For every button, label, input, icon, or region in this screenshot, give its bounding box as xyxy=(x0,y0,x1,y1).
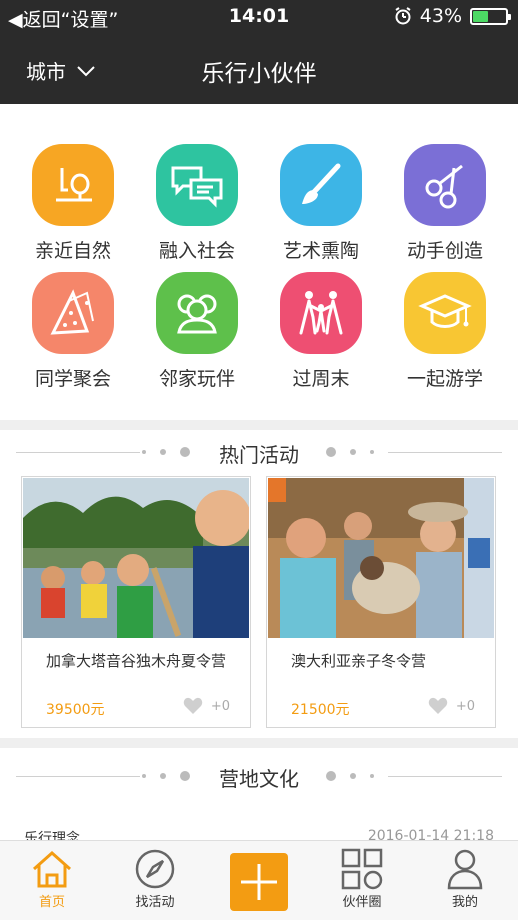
activity-photo-canoe-camp xyxy=(23,478,249,638)
section-header: 营地文化 xyxy=(0,754,518,798)
friends-icon xyxy=(156,272,238,354)
nature-icon xyxy=(32,144,114,226)
section-title: 营地文化 xyxy=(219,767,299,791)
activity-price: 39500元 xyxy=(46,702,105,718)
status-right: 43% xyxy=(394,5,511,27)
heart-icon xyxy=(183,697,203,714)
category-art[interactable]: 艺术熏陶 xyxy=(261,144,381,272)
activity-photo-australia-camp xyxy=(268,478,494,638)
hot-activities-section: 热门活动 加拿大塔音谷独木舟夏令营 39500元 +0 澳大利亚亲子冬令营 21… xyxy=(0,430,518,738)
category-weekend[interactable]: 过周末 xyxy=(261,272,381,400)
battery-percent: 43% xyxy=(419,5,462,27)
graduation-cap-icon xyxy=(404,272,486,354)
tab-find-activity[interactable]: 找活动 xyxy=(115,847,195,910)
tab-label: 首页 xyxy=(38,895,65,910)
paintbrush-icon xyxy=(280,144,362,226)
nav-bar: 城市 乐行小伙伴 xyxy=(0,34,518,104)
category-label: 一起游学 xyxy=(406,368,483,390)
grid-icon xyxy=(341,848,383,890)
like-control[interactable]: +0 xyxy=(428,697,475,715)
category-society[interactable]: 融入社会 xyxy=(137,144,257,272)
category-label: 过周末 xyxy=(292,368,350,390)
like-control[interactable]: +0 xyxy=(183,697,230,715)
scissors-icon xyxy=(404,144,486,226)
camp-culture-section: 营地文化 乐行理念 2016-01-14 21:18 xyxy=(0,748,518,848)
category-study-tour[interactable]: 一起游学 xyxy=(385,272,505,400)
category-neighbor[interactable]: 邻家玩伴 xyxy=(137,272,257,400)
divider xyxy=(388,452,502,453)
category-label: 动手创造 xyxy=(406,240,483,262)
category-label: 邻家玩伴 xyxy=(158,368,235,390)
section-title: 热门活动 xyxy=(219,443,299,467)
home-icon xyxy=(33,850,71,888)
activity-name: 加拿大塔音谷独木舟夏令营 xyxy=(46,652,227,670)
like-count: +0 xyxy=(455,698,475,714)
category-label: 同学聚会 xyxy=(34,368,111,390)
add-button[interactable] xyxy=(230,853,288,911)
alarm-icon xyxy=(395,7,411,25)
category-reunion[interactable]: 同学聚会 xyxy=(13,272,133,400)
category-nature[interactable]: 亲近自然 xyxy=(13,144,133,272)
like-count: +0 xyxy=(210,698,230,714)
top-bar: ◀返回“设置” 14:01 43% 城市 乐行小伙伴 xyxy=(0,0,518,104)
family-icon xyxy=(280,272,362,354)
category-label: 亲近自然 xyxy=(34,240,111,262)
tab-partner-circle[interactable]: 伙伴圈 xyxy=(322,847,402,910)
tab-bar: 首页 找活动 伙伴圈 我的 xyxy=(0,840,518,920)
section-header: 热门活动 xyxy=(0,430,518,474)
tab-label: 找活动 xyxy=(135,895,175,910)
battery-icon xyxy=(470,7,511,25)
compass-icon xyxy=(135,849,175,889)
page-title: 乐行小伙伴 xyxy=(201,61,317,87)
activity-price: 21500元 xyxy=(291,702,350,718)
person-icon xyxy=(447,849,483,890)
status-bar: ◀返回“设置” 14:01 43% xyxy=(0,0,518,34)
category-grid: 亲近自然 融入社会 艺术熏陶 动手创造 同学聚会 邻家玩伴 过周末 一起游学 xyxy=(0,104,518,420)
tab-label: 我的 xyxy=(451,895,478,910)
category-label: 融入社会 xyxy=(158,240,235,262)
heart-icon xyxy=(428,697,448,714)
party-hat-icon xyxy=(32,272,114,354)
chat-bubbles-icon xyxy=(156,144,238,226)
divider xyxy=(388,776,502,777)
tab-home[interactable]: 首页 xyxy=(12,847,92,910)
dots-decoration xyxy=(326,771,374,781)
tab-me[interactable]: 我的 xyxy=(425,847,505,910)
activity-card[interactable]: 澳大利亚亲子冬令营 21500元 +0 xyxy=(266,476,496,728)
plus-icon xyxy=(241,864,277,900)
category-create[interactable]: 动手创造 xyxy=(385,144,505,272)
category-label: 艺术熏陶 xyxy=(282,240,359,262)
battery-fill xyxy=(473,10,488,22)
activity-card[interactable]: 加拿大塔音谷独木舟夏令营 39500元 +0 xyxy=(21,476,251,728)
dots-decoration xyxy=(326,447,374,457)
activity-name: 澳大利亚亲子冬令营 xyxy=(291,652,427,670)
tab-label: 伙伴圈 xyxy=(342,895,382,910)
